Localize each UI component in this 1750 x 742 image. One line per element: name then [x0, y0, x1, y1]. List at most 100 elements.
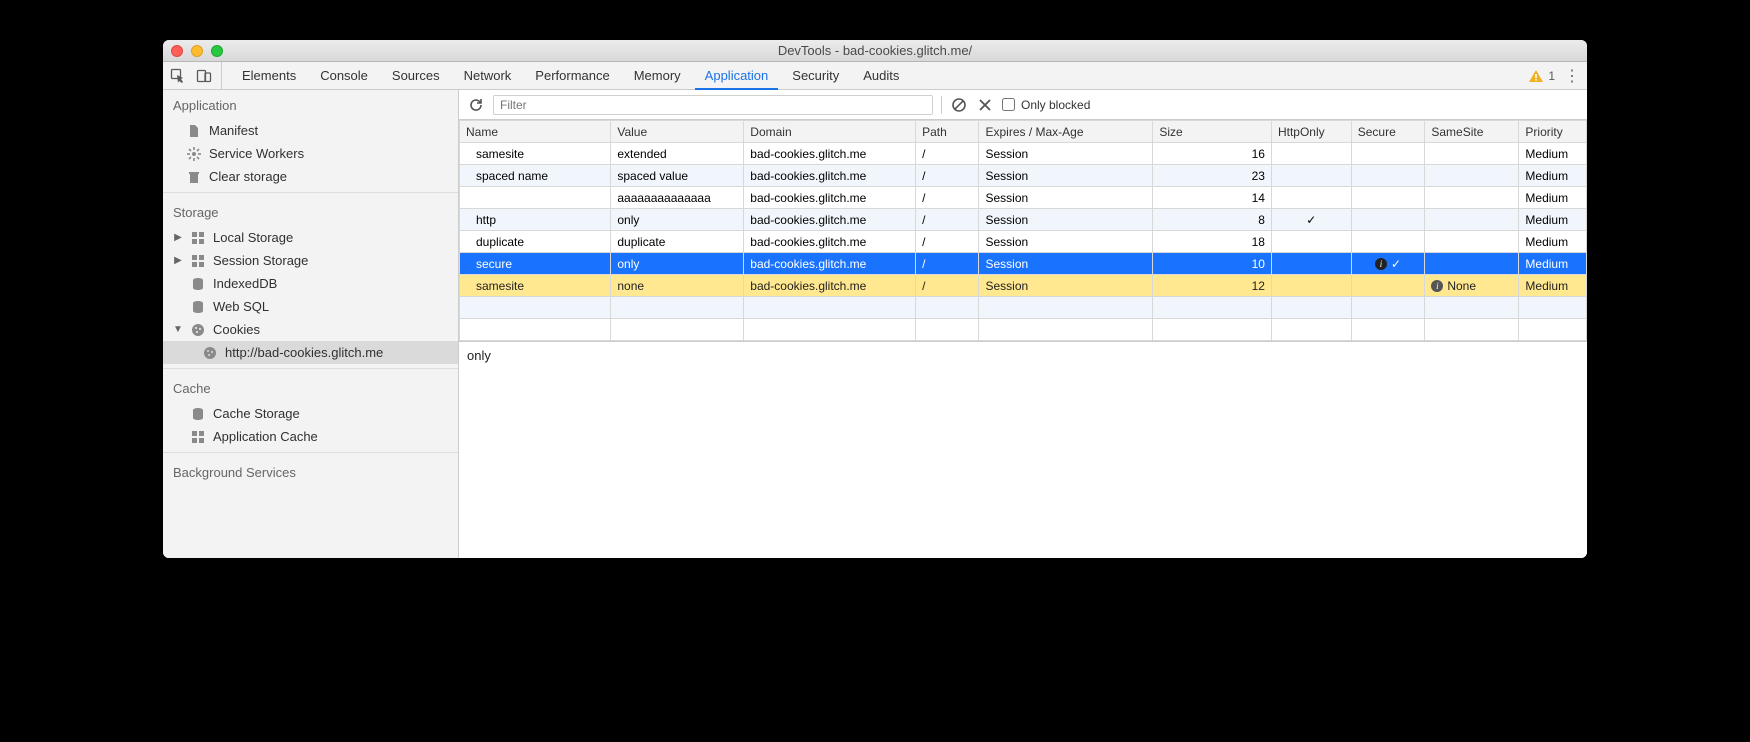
- window-title: DevTools - bad-cookies.glitch.me/: [163, 43, 1587, 58]
- cell: Medium: [1519, 143, 1587, 165]
- sidebar-item-cache-storage[interactable]: ▶ Cache Storage: [163, 402, 458, 425]
- cell: [1271, 231, 1351, 253]
- zoom-window-button[interactable]: [211, 45, 223, 57]
- titlebar: DevTools - bad-cookies.glitch.me/: [163, 40, 1587, 62]
- only-blocked-checkbox[interactable]: Only blocked: [1002, 98, 1090, 112]
- col-path[interactable]: Path: [916, 121, 979, 143]
- delete-selected-icon[interactable]: [976, 96, 994, 114]
- cell: /: [916, 275, 979, 297]
- cell: duplicate: [460, 231, 611, 253]
- cell: bad-cookies.glitch.me: [744, 165, 916, 187]
- sidebar-item-application-cache[interactable]: ▶ Application Cache: [163, 425, 458, 448]
- database-icon: [191, 300, 205, 314]
- warnings-indicator[interactable]: 1: [1528, 68, 1555, 84]
- sidebar-item-local-storage[interactable]: ▶ Local Storage: [163, 226, 458, 249]
- col-priority[interactable]: Priority: [1519, 121, 1587, 143]
- sidebar-item-indexeddb[interactable]: ▶ IndexedDB: [163, 272, 458, 295]
- cell: secure: [460, 253, 611, 275]
- cell: ✓: [1271, 209, 1351, 231]
- cell: duplicate: [611, 231, 744, 253]
- chevron-right-icon[interactable]: ▶: [173, 255, 183, 266]
- cookies-table[interactable]: Name Value Domain Path Expires / Max-Age…: [459, 120, 1587, 341]
- close-window-button[interactable]: [171, 45, 183, 57]
- cell: bad-cookies.glitch.me: [744, 143, 916, 165]
- tab-network[interactable]: Network: [452, 62, 524, 89]
- sidebar-item-service-workers[interactable]: Service Workers: [163, 142, 458, 165]
- cell: bad-cookies.glitch.me: [744, 209, 916, 231]
- cell: samesite: [460, 143, 611, 165]
- tab-security[interactable]: Security: [780, 62, 851, 89]
- tab-console[interactable]: Console: [308, 62, 380, 89]
- chevron-down-icon[interactable]: ▼: [173, 324, 183, 335]
- tab-memory[interactable]: Memory: [622, 62, 693, 89]
- tab-performance[interactable]: Performance: [523, 62, 621, 89]
- col-value[interactable]: Value: [611, 121, 744, 143]
- cell: i✓: [1351, 253, 1425, 275]
- cookie-icon: [203, 346, 217, 360]
- table-row[interactable]: aaaaaaaaaaaaaabad-cookies.glitch.me/Sess…: [460, 187, 1587, 209]
- minimize-window-button[interactable]: [191, 45, 203, 57]
- col-samesite[interactable]: SameSite: [1425, 121, 1519, 143]
- filter-input[interactable]: [493, 95, 933, 115]
- document-icon: [187, 124, 201, 138]
- cell: [1425, 165, 1519, 187]
- sidebar-item-cookies[interactable]: ▼ Cookies: [163, 318, 458, 341]
- cell: Session: [979, 275, 1153, 297]
- cell: spaced value: [611, 165, 744, 187]
- only-blocked-input[interactable]: [1002, 98, 1015, 111]
- table-row[interactable]: duplicateduplicatebad-cookies.glitch.me/…: [460, 231, 1587, 253]
- cell: Session: [979, 231, 1153, 253]
- table-row[interactable]: httponlybad-cookies.glitch.me/Session8✓M…: [460, 209, 1587, 231]
- tab-elements[interactable]: Elements: [230, 62, 308, 89]
- tab-application[interactable]: Application: [693, 62, 781, 89]
- table-row[interactable]: samesiteextendedbad-cookies.glitch.me/Se…: [460, 143, 1587, 165]
- cell: Session: [979, 143, 1153, 165]
- cell: bad-cookies.glitch.me: [744, 187, 916, 209]
- tab-sources[interactable]: Sources: [380, 62, 452, 89]
- info-icon: i: [1431, 280, 1443, 292]
- cell: [1271, 143, 1351, 165]
- cell: http: [460, 209, 611, 231]
- col-secure[interactable]: Secure: [1351, 121, 1425, 143]
- device-toolbar-icon[interactable]: [195, 67, 213, 85]
- cell: samesite: [460, 275, 611, 297]
- sidebar-item-session-storage[interactable]: ▶ Session Storage: [163, 249, 458, 272]
- divider: [163, 192, 458, 193]
- table-row[interactable]: secureonlybad-cookies.glitch.me/Session1…: [460, 253, 1587, 275]
- cell: Medium: [1519, 165, 1587, 187]
- divider: [163, 452, 458, 453]
- col-name[interactable]: Name: [460, 121, 611, 143]
- table-header-row: Name Value Domain Path Expires / Max-Age…: [460, 121, 1587, 143]
- cell: Session: [979, 165, 1153, 187]
- table-row-empty: [460, 297, 1587, 319]
- col-domain[interactable]: Domain: [744, 121, 916, 143]
- application-sidebar: Application Manifest Service Workers Cle…: [163, 90, 459, 558]
- sidebar-item-manifest[interactable]: Manifest: [163, 119, 458, 142]
- sidebar-item-label: Local Storage: [213, 230, 293, 245]
- col-size[interactable]: Size: [1153, 121, 1272, 143]
- table-row[interactable]: spaced namespaced valuebad-cookies.glitc…: [460, 165, 1587, 187]
- refresh-icon[interactable]: [467, 96, 485, 114]
- col-httponly[interactable]: HttpOnly: [1271, 121, 1351, 143]
- cell: Medium: [1519, 275, 1587, 297]
- sidebar-cookie-origin[interactable]: http://bad-cookies.glitch.me: [163, 341, 458, 364]
- cell: extended: [611, 143, 744, 165]
- sidebar-item-web-sql[interactable]: ▶ Web SQL: [163, 295, 458, 318]
- col-expires[interactable]: Expires / Max-Age: [979, 121, 1153, 143]
- cell: bad-cookies.glitch.me: [744, 253, 916, 275]
- tab-audits[interactable]: Audits: [851, 62, 911, 89]
- clear-all-icon[interactable]: [950, 96, 968, 114]
- table-row-empty: [460, 319, 1587, 341]
- chevron-right-icon[interactable]: ▶: [173, 232, 183, 243]
- cell: [1425, 187, 1519, 209]
- table-row[interactable]: samesitenonebad-cookies.glitch.me/Sessio…: [460, 275, 1587, 297]
- gear-icon: [187, 147, 201, 161]
- sidebar-item-clear-storage[interactable]: Clear storage: [163, 165, 458, 188]
- inspect-element-icon[interactable]: [169, 67, 187, 85]
- sidebar-item-label: Manifest: [209, 123, 258, 138]
- more-options-icon[interactable]: ⋮: [1563, 67, 1581, 85]
- info-icon: i: [1375, 258, 1387, 270]
- cell: Session: [979, 187, 1153, 209]
- cell: bad-cookies.glitch.me: [744, 275, 916, 297]
- cell: Medium: [1519, 209, 1587, 231]
